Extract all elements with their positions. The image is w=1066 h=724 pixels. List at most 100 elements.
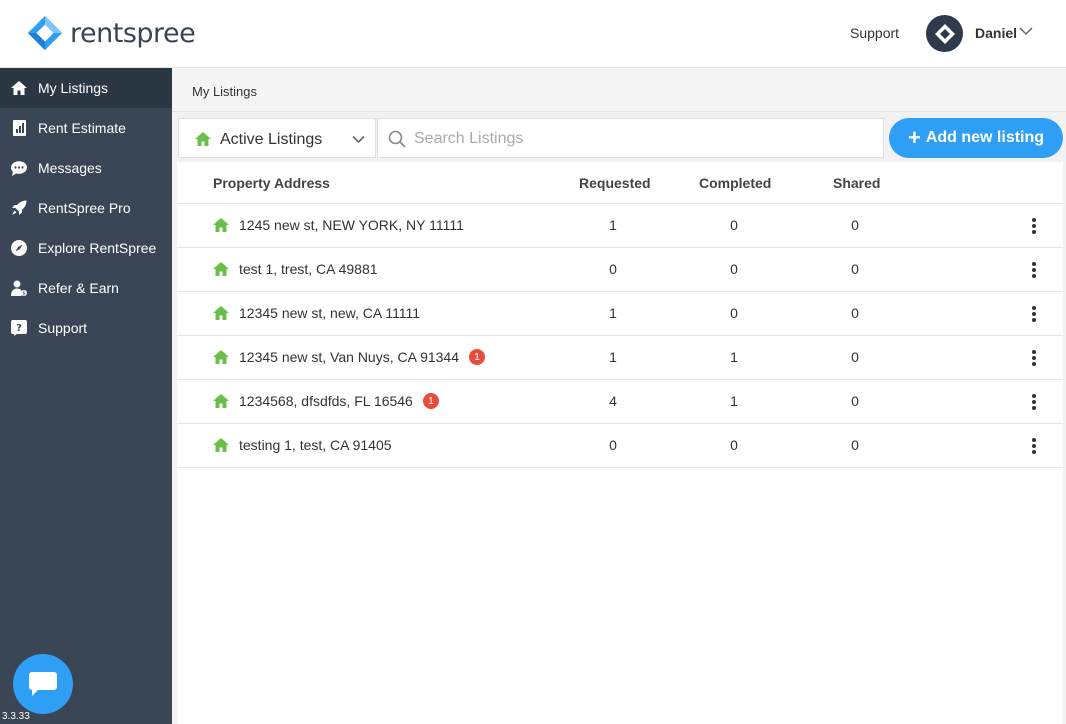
listing-status-selected: Active Listings [220, 131, 323, 148]
requested-count: 1 [609, 217, 617, 233]
sidebar-item-label: RentSpree Pro [38, 200, 131, 216]
sidebar-item-label: Messages [38, 160, 102, 176]
column-header-address: Property Address [213, 175, 330, 191]
requested-count: 0 [609, 437, 617, 453]
column-header-completed: Completed [699, 175, 772, 191]
add-new-listing-button[interactable]: + Add new listing [889, 118, 1063, 158]
home-icon [213, 350, 229, 364]
sidebar-item-explore-rentspree[interactable]: Explore RentSpree [0, 228, 172, 268]
completed-count: 0 [730, 305, 738, 321]
row-more-options-icon[interactable] [1029, 304, 1039, 324]
sidebar-item-rentspree-pro[interactable]: RentSpree Pro [0, 188, 172, 228]
chevron-down-icon [352, 135, 365, 144]
sidebar-item-label: Refer & Earn [38, 280, 119, 296]
brand-name: rentspree [70, 17, 196, 49]
chevron-down-icon[interactable] [1019, 26, 1033, 36]
svg-text:?: ? [16, 323, 22, 334]
completed-count: 0 [730, 437, 738, 453]
row-more-options-icon[interactable] [1029, 392, 1039, 412]
sidebar-item-rent-estimate[interactable]: Rent Estimate [0, 108, 172, 148]
requested-count: 4 [609, 393, 617, 409]
sidebar-item-my-listings[interactable]: My Listings [0, 68, 172, 108]
property-address[interactable]: test 1, trest, CA 49881 [239, 261, 378, 277]
user-name[interactable]: Daniel [975, 25, 1017, 41]
chat-widget-button[interactable] [13, 654, 73, 714]
listing-status-dropdown[interactable]: Active Listings [178, 118, 376, 158]
property-address-text: testing 1, test, CA 91405 [239, 437, 392, 453]
row-more-options-icon[interactable] [1029, 436, 1039, 456]
home-icon [213, 438, 229, 452]
rentspree-logo[interactable]: rentspree [26, 14, 196, 52]
home-icon [11, 80, 27, 96]
row-more-options-icon[interactable] [1029, 260, 1039, 280]
property-address-text: test 1, trest, CA 49881 [239, 261, 378, 277]
row-more-options-icon[interactable] [1029, 348, 1039, 368]
search-input[interactable] [414, 127, 874, 151]
home-icon [195, 132, 211, 146]
property-address-text: 1245 new st, NEW YORK, NY 11111 [239, 217, 464, 233]
property-address[interactable]: 12345 new st, Van Nuys, CA 91344 1 [239, 349, 485, 365]
search-icon [388, 130, 406, 148]
home-icon [213, 306, 229, 320]
top-header: rentspree Support Daniel [0, 0, 1066, 68]
app-version: 3.3.33 [2, 711, 30, 722]
table-row[interactable]: 1245 new st, NEW YORK, NY 11111 1 0 0 [177, 204, 1063, 248]
rocket-icon [11, 200, 27, 216]
property-address[interactable]: 12345 new st, new, CA 11111 [239, 305, 420, 321]
property-address[interactable]: 1245 new st, NEW YORK, NY 11111 [239, 217, 464, 233]
header-support-link[interactable]: Support [850, 25, 899, 41]
home-icon [213, 394, 229, 408]
property-address-text: 12345 new st, Van Nuys, CA 91344 [239, 349, 459, 365]
column-header-requested: Requested [579, 175, 651, 191]
table-row[interactable]: 12345 new st, new, CA 11111 1 0 0 [177, 292, 1063, 336]
rentspree-logo-icon [27, 15, 63, 51]
table-row[interactable]: 12345 new st, Van Nuys, CA 91344 1 1 1 0 [177, 336, 1063, 380]
sidebar-item-label: Support [38, 320, 88, 336]
breadcrumb: My Listings [192, 84, 258, 99]
sidebar: My Listings Rent Estimate Messages RentS… [0, 68, 172, 724]
listings-table: Property Address Requested Completed Sha… [177, 162, 1063, 724]
sidebar-item-support[interactable]: ? Support [0, 308, 172, 348]
sidebar-item-refer-earn[interactable]: $ Refer & Earn [0, 268, 172, 308]
sidebar-item-label: Rent Estimate [38, 120, 126, 136]
home-icon [213, 218, 229, 232]
shared-count: 0 [851, 261, 859, 277]
completed-count: 0 [730, 217, 738, 233]
table-row[interactable]: test 1, trest, CA 49881 0 0 0 [177, 248, 1063, 292]
shared-count: 0 [851, 349, 859, 365]
sidebar-item-label: My Listings [38, 80, 109, 96]
avatar-logo-icon [934, 23, 955, 44]
shared-count: 0 [851, 305, 859, 321]
property-address-text: 12345 new st, new, CA 11111 [239, 305, 421, 321]
plus-icon: + [907, 125, 921, 150]
property-address[interactable]: 1234568, dfsdfds, FL 16546 1 [239, 393, 439, 409]
chat-widget-icon [29, 672, 57, 696]
property-address[interactable]: testing 1, test, CA 91405 [239, 437, 392, 453]
column-header-shared: Shared [833, 175, 881, 191]
row-more-options-icon[interactable] [1029, 216, 1039, 236]
user-avatar[interactable] [926, 15, 963, 52]
sidebar-item-label: Explore RentSpree [38, 240, 157, 256]
shared-count: 0 [851, 217, 859, 233]
table-row[interactable]: testing 1, test, CA 91405 0 0 0 [177, 424, 1063, 468]
property-address-text: 1234568, dfsdfds, FL 16546 [239, 393, 413, 409]
completed-count: 1 [730, 393, 738, 409]
search-box [377, 118, 884, 158]
compass-icon [11, 240, 27, 256]
refer-user-icon: $ [11, 280, 27, 296]
requested-count: 0 [609, 261, 617, 277]
sidebar-item-messages[interactable]: Messages [0, 148, 172, 188]
notification-badge: 1 [422, 393, 439, 409]
shared-count: 0 [851, 437, 859, 453]
help-icon: ? [11, 320, 27, 336]
svg-text:$: $ [22, 291, 25, 296]
shared-count: 0 [851, 393, 859, 409]
table-row[interactable]: 1234568, dfsdfds, FL 16546 1 4 1 0 [177, 380, 1063, 424]
breadcrumb-bar: My Listings [172, 68, 1066, 112]
chat-icon [11, 160, 27, 176]
completed-count: 1 [730, 349, 738, 365]
add-new-listing-label: Add new listing [925, 129, 1045, 146]
requested-count: 1 [609, 305, 617, 321]
completed-count: 0 [730, 261, 738, 277]
chart-report-icon [11, 120, 27, 136]
